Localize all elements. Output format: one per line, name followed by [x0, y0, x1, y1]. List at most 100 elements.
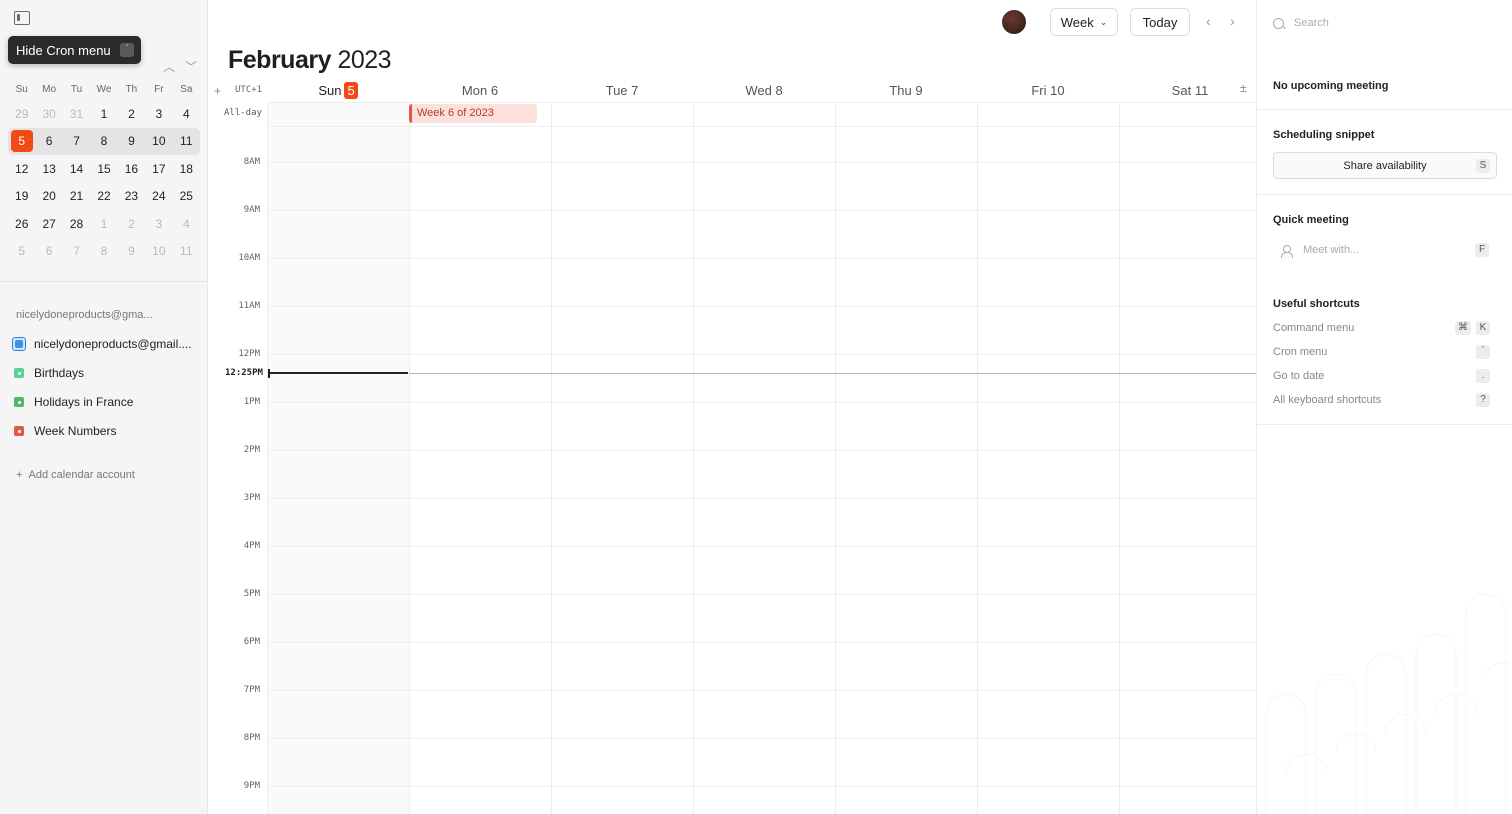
mini-calendar-day[interactable]: 7: [63, 134, 90, 148]
mini-calendar-day[interactable]: 4: [173, 217, 200, 231]
mini-calendar-day[interactable]: 22: [90, 189, 117, 203]
day-header-fri[interactable]: Fri 10: [977, 78, 1119, 102]
day-header-mon[interactable]: Mon 6: [409, 78, 551, 102]
hour-label: 7PM: [243, 685, 260, 695]
hour-line: [267, 210, 1256, 211]
hour-label: 8AM: [243, 157, 260, 167]
mini-calendar-day[interactable]: 26: [8, 217, 35, 231]
mini-calendar-day[interactable]: 1: [90, 107, 117, 121]
shortcut-item[interactable]: Go to date: [1273, 370, 1491, 382]
shortcut-label: All keyboard shortcuts: [1273, 394, 1382, 406]
year-label: 2023: [337, 46, 392, 74]
mini-calendar-day[interactable]: 8: [90, 244, 117, 258]
shortcuts-title: Useful shortcuts: [1273, 298, 1360, 310]
mini-calendar-day[interactable]: 23: [118, 189, 145, 203]
event-week-number[interactable]: Week 6 of 2023: [409, 104, 537, 123]
mini-calendar-day[interactable]: 16: [118, 162, 145, 176]
mini-calendar-day[interactable]: 10: [145, 244, 172, 258]
mini-calendar-day[interactable]: 12: [8, 162, 35, 176]
weekday-label: Th: [125, 84, 138, 95]
chevron-up-icon[interactable]: ︿: [163, 58, 175, 75]
hour-line: [267, 498, 1256, 499]
mini-calendar-day[interactable]: 6: [35, 244, 62, 258]
day-column-divider: [409, 102, 410, 814]
search-bar[interactable]: Search: [1273, 14, 1503, 32]
add-account-label: Add calendar account: [28, 469, 135, 481]
mini-calendar-day[interactable]: 2: [118, 217, 145, 231]
day-header-sat[interactable]: Sat 11: [1119, 78, 1261, 102]
mini-calendar-day[interactable]: 24: [145, 189, 172, 203]
avatar[interactable]: [1002, 10, 1026, 34]
add-timezone-icon[interactable]: +: [214, 84, 221, 98]
calendar-item-birthdays[interactable]: Birthdays: [12, 364, 84, 382]
shortcut-key: `: [1476, 345, 1490, 359]
hour-label: 1PM: [243, 397, 260, 407]
right-panel: Search No upcoming meeting Scheduling sn…: [1256, 0, 1512, 814]
mini-calendar-day[interactable]: 13: [35, 162, 62, 176]
today-button[interactable]: Today: [1130, 8, 1190, 36]
mini-calendar-day[interactable]: 31: [63, 107, 90, 121]
tooltip-label: Hide Cron menu: [16, 42, 111, 58]
meet-placeholder: Meet with...: [1303, 244, 1360, 256]
add-calendar-account-button[interactable]: + Add calendar account: [16, 469, 135, 481]
mini-calendar-day[interactable]: 20: [35, 189, 62, 203]
checkbox-icon[interactable]: [12, 337, 26, 351]
hour-line: [267, 786, 1256, 787]
day-header-thu[interactable]: Thu 9: [835, 78, 977, 102]
calendar-item-week-numbers[interactable]: Week Numbers: [12, 422, 116, 440]
mini-calendar-weekdays: Su Mo Tu We Th Fr Sa: [8, 80, 200, 100]
mini-calendar-day[interactable]: 17: [145, 162, 172, 176]
day-header-wed[interactable]: Wed 8: [693, 78, 835, 102]
shortcut-label: Cron menu: [1273, 346, 1328, 358]
today-column-shade: [267, 102, 409, 814]
mini-calendar-day[interactable]: 7: [63, 244, 90, 258]
day-header-tue[interactable]: Tue 7: [551, 78, 693, 102]
next-week-icon[interactable]: ›: [1230, 13, 1235, 29]
share-availability-button[interactable]: Share availability S: [1273, 152, 1497, 179]
mini-calendar-today[interactable]: 5: [10, 130, 33, 153]
panel-divider: [1257, 109, 1512, 110]
search-placeholder: Search: [1294, 17, 1329, 29]
view-select-button[interactable]: Week ⌄: [1050, 8, 1118, 36]
mini-calendar-week: 29 30 31 1 2 3 4: [8, 100, 200, 128]
mini-calendar-day[interactable]: 3: [145, 107, 172, 121]
share-shortcut-key: S: [1476, 159, 1490, 173]
mini-calendar-day[interactable]: 2: [118, 107, 145, 121]
mini-calendar-day[interactable]: 21: [63, 189, 90, 203]
day-header-sun[interactable]: Sun 5: [267, 78, 409, 102]
mini-calendar-day[interactable]: 30: [35, 107, 62, 121]
shortcut-item[interactable]: Cron menu: [1273, 346, 1491, 358]
mini-calendar-day[interactable]: 5: [8, 244, 35, 258]
mini-calendar-day[interactable]: 3: [145, 217, 172, 231]
day-name: Tue: [605, 82, 628, 98]
mini-calendar-day[interactable]: 9: [118, 244, 145, 258]
calendar-item-primary[interactable]: nicelydoneproducts@gmail....: [12, 335, 192, 353]
sidebar-toggle-icon[interactable]: [14, 11, 30, 25]
mini-calendar-day[interactable]: 27: [35, 217, 62, 231]
mini-calendar-day[interactable]: 15: [90, 162, 117, 176]
mini-calendar-day[interactable]: 29: [8, 107, 35, 121]
chevron-down-icon: ⌄: [1099, 16, 1108, 27]
mini-calendar-day[interactable]: 8: [90, 134, 117, 148]
mini-calendar-day[interactable]: 9: [118, 134, 145, 148]
mini-calendar-day[interactable]: 10: [145, 134, 172, 148]
chevron-down-icon[interactable]: ﹀: [185, 58, 197, 75]
mini-calendar-day[interactable]: 28: [63, 217, 90, 231]
mini-calendar-day[interactable]: 1: [90, 217, 117, 231]
mini-calendar-day[interactable]: 14: [63, 162, 90, 176]
mini-calendar-day[interactable]: 25: [173, 189, 200, 203]
hour-label: 3PM: [243, 493, 260, 503]
calendar-item-label: Holidays in France: [34, 395, 134, 409]
mini-calendar-day[interactable]: 11: [173, 244, 200, 258]
shortcut-item[interactable]: All keyboard shortcuts: [1273, 394, 1491, 406]
calendar-item-holidays[interactable]: Holidays in France: [12, 393, 133, 411]
mini-calendar-day[interactable]: 11: [173, 134, 200, 148]
meet-with-input[interactable]: Meet with...: [1281, 242, 1491, 258]
day-num: 6: [490, 82, 499, 98]
today-badge: 5: [344, 81, 358, 99]
mini-calendar-day[interactable]: 19: [8, 189, 35, 203]
mini-calendar-day[interactable]: 18: [173, 162, 200, 176]
mini-calendar-day[interactable]: 4: [173, 107, 200, 121]
mini-calendar-day[interactable]: 6: [35, 134, 62, 148]
previous-week-icon[interactable]: ‹: [1206, 13, 1211, 29]
